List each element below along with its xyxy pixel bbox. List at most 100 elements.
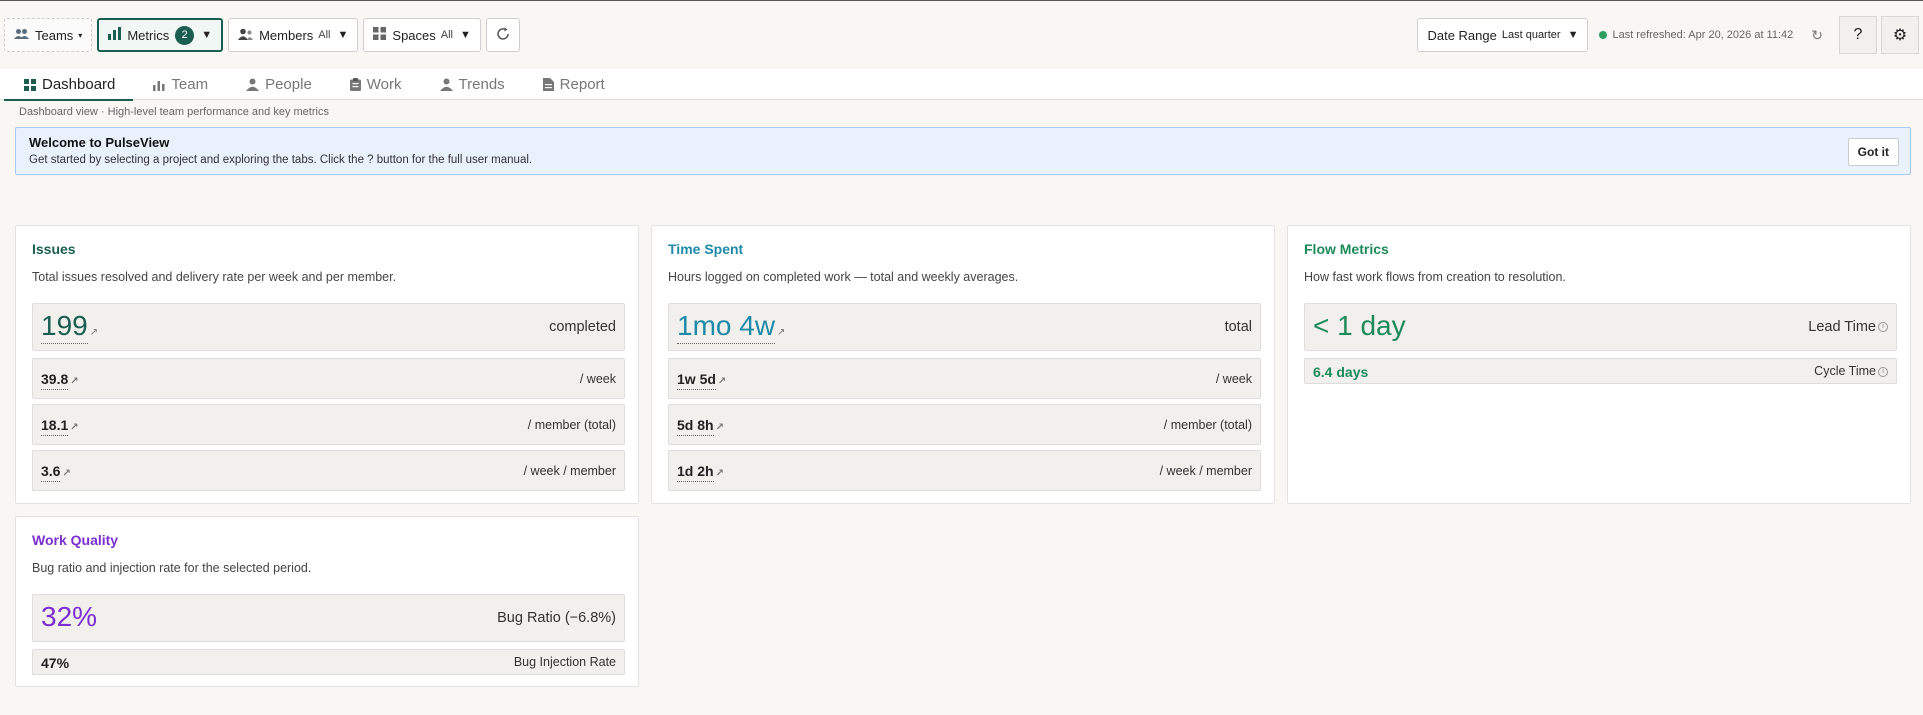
reload-button[interactable] [485, 18, 520, 52]
metric-completed[interactable]: 199 ↗ completed [32, 303, 625, 351]
tab-team[interactable]: Team [133, 69, 226, 100]
refresh-icon [496, 27, 510, 44]
metric-time-per-week-member[interactable]: 1d 2h ↗ / week / member [668, 450, 1261, 491]
metric-label: Lead Time [1808, 319, 1876, 335]
card-description: Bug ratio and injection rate for the sel… [32, 561, 312, 575]
person-icon [439, 78, 453, 91]
tab-label: Work [366, 76, 402, 93]
metric-value: 199 [41, 310, 88, 344]
metric-value-wrap: 3.6 ↗ [41, 463, 71, 482]
members-filter-button[interactable]: Members All ▼ [228, 18, 359, 52]
metric-per-week-per-member[interactable]: 3.6 ↗ / week / member [32, 450, 625, 491]
tab-label: Report [559, 76, 605, 93]
bar-chart-icon [153, 79, 165, 91]
card-description: How fast work flows from creation to res… [1304, 270, 1566, 284]
status-dot-icon [1599, 31, 1608, 39]
tab-work[interactable]: Work [330, 69, 420, 100]
metric-value: 18.1 [41, 417, 69, 436]
metric-label-wrap: Cycle Time i [1814, 364, 1888, 378]
tab-trends[interactable]: Trends [420, 69, 523, 100]
metric-label-wrap: Lead Time i [1808, 319, 1888, 335]
metric-value-wrap: 1mo 4w ↗ [677, 310, 786, 344]
gear-icon: ⚙ [1892, 27, 1908, 44]
metric-value: 1d 2h [677, 463, 714, 482]
metric-per-week[interactable]: 39.8 ↗ / week [32, 358, 625, 399]
metric-label: Bug Ratio (−6.8%) [497, 610, 616, 626]
metric-label: / member (total) [1163, 418, 1252, 432]
metric-time-per-week[interactable]: 1w 5d ↗ / week [668, 358, 1261, 399]
members-icon [238, 28, 254, 43]
metric-value: 5d 8h [677, 417, 714, 436]
got-it-button[interactable]: Got it [1847, 138, 1899, 166]
chevron-down-icon: ▼ [460, 29, 471, 41]
metric-value: 32% [41, 601, 98, 632]
metric-time-per-member[interactable]: 5d 8h ↗ / member (total) [668, 404, 1261, 445]
external-link-icon: ↗ [715, 468, 724, 479]
teams-filter-button[interactable]: Teams ▾ [4, 18, 93, 52]
date-range-button[interactable]: Date Range Last quarter ▼ [1417, 18, 1589, 52]
external-link-icon: ↗ [777, 327, 786, 338]
toolbar: Teams ▾ Metrics 2 ▼ Members All ▼ Spaces… [0, 1, 1923, 69]
metric-value: 6.4 days [1313, 364, 1369, 380]
metric-value-wrap: 18.1 ↗ [41, 417, 79, 436]
metric-value-wrap: 39.8 ↗ [41, 371, 79, 390]
metric-per-member-total[interactable]: 18.1 ↗ / member (total) [32, 404, 625, 445]
card-description: Total issues resolved and delivery rate … [32, 270, 397, 284]
grid-icon [373, 27, 387, 43]
banner-text: Get started by selecting a project and e… [29, 154, 533, 166]
settings-button[interactable]: ⚙ [1881, 16, 1919, 54]
flow-metrics-card: Flow Metrics How fast work flows from cr… [1287, 225, 1911, 504]
members-value: All [318, 29, 331, 41]
metric-total-time[interactable]: 1mo 4w ↗ total [668, 303, 1261, 351]
metric-value-wrap: 1d 2h ↗ [677, 463, 724, 482]
info-icon[interactable]: i [1878, 366, 1888, 377]
metric-value: 1mo 4w [677, 310, 776, 344]
metric-bug-injection-rate[interactable]: 47% Bug Injection Rate [32, 649, 625, 675]
refresh-status: Last refreshed: Apr 20, 2026 at 11:42 [1599, 29, 1793, 41]
metric-label: / week [579, 372, 616, 386]
metric-value-wrap: 1w 5d ↗ [677, 371, 726, 390]
spaces-filter-button[interactable]: Spaces All ▼ [363, 18, 481, 52]
external-link-icon: ↗ [89, 327, 99, 338]
external-link-icon: ↗ [715, 422, 724, 433]
tab-dashboard[interactable]: Dashboard [4, 69, 134, 101]
metric-value: 39.8 [41, 371, 69, 390]
spaces-label: Spaces [392, 27, 436, 43]
external-link-icon: ↗ [70, 422, 79, 433]
date-range-value: Last quarter [1501, 29, 1561, 41]
metric-label: Cycle Time [1814, 364, 1876, 378]
members-label: Members [259, 27, 314, 43]
metric-value: 47% [41, 655, 70, 671]
welcome-banner: Welcome to PulseView Get started by sele… [15, 127, 1911, 175]
card-title: Time Spent [668, 241, 744, 257]
time-spent-card: Time Spent Hours logged on completed wor… [651, 225, 1275, 504]
card-description: Hours logged on completed work — total a… [668, 270, 1019, 284]
metric-label: total [1224, 319, 1252, 335]
card-title: Issues [32, 241, 76, 257]
info-icon[interactable]: i [1878, 322, 1888, 333]
metrics-count-badge: 2 [175, 25, 195, 45]
teams-label: Teams [35, 27, 74, 43]
tab-report[interactable]: Report [523, 69, 623, 100]
help-label: ? [1853, 26, 1863, 43]
person-icon [246, 78, 260, 91]
metric-cycle-time[interactable]: 6.4 days Cycle Time i [1304, 358, 1897, 384]
bar-chart-icon [108, 27, 122, 43]
card-title: Flow Metrics [1304, 241, 1389, 257]
metric-bug-ratio[interactable]: 32% Bug Ratio (−6.8%) [32, 594, 625, 642]
chevron-down-icon: ▼ [337, 29, 349, 41]
metric-value: 3.6 [41, 463, 61, 482]
people-icon [14, 28, 29, 43]
last-refreshed-text: Last refreshed: Apr 20, 2026 at 11:42 [1612, 29, 1794, 41]
metric-lead-time[interactable]: < 1 day Lead Time i [1304, 303, 1897, 351]
tab-label: Trends [458, 76, 505, 93]
card-title: Work Quality [32, 532, 119, 548]
help-button[interactable]: ? [1839, 16, 1877, 54]
metrics-filter-button[interactable]: Metrics 2 ▼ [97, 18, 224, 52]
tab-people[interactable]: People [226, 69, 330, 100]
tab-label: Team [171, 76, 209, 93]
refresh-icon[interactable]: ↻ [1811, 27, 1823, 44]
dashboard-icon [24, 78, 36, 91]
metric-value-wrap: 199 ↗ [41, 310, 99, 344]
spaces-value: All [440, 29, 454, 41]
